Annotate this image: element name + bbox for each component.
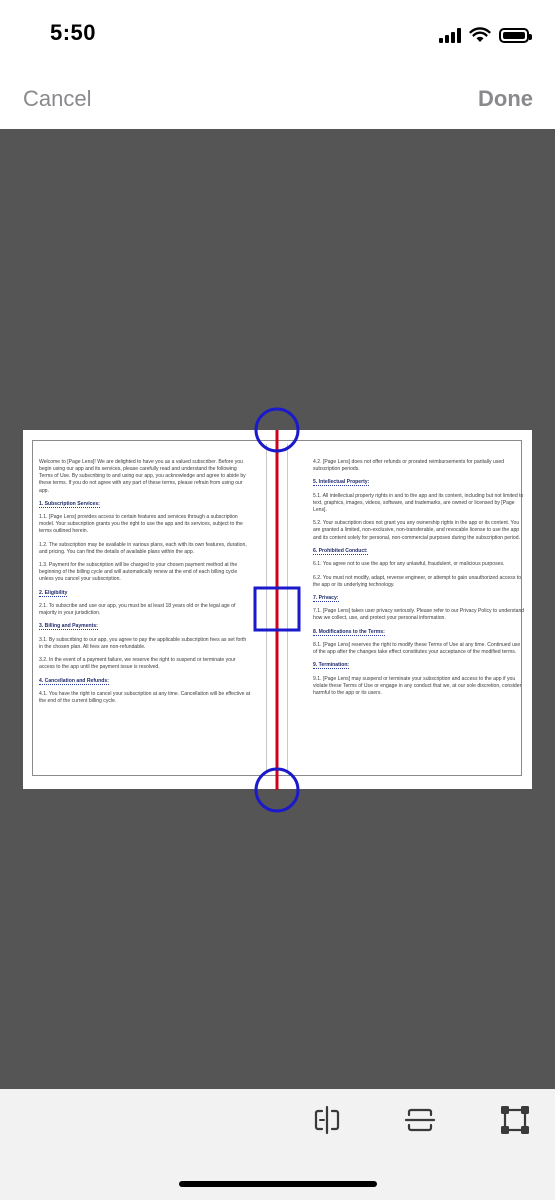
section-heading-text: 4. Cancellation and Refunds: bbox=[39, 677, 109, 685]
left-column-paragraph: 4.1. You have the right to cancel your s… bbox=[39, 690, 251, 705]
section-heading-text: 2. Eligibility bbox=[39, 589, 68, 597]
section-heading-text: 8. Modifications to the Terms: bbox=[313, 628, 385, 636]
left-column-paragraph: Welcome to [Page Lens]! We are delighted… bbox=[39, 459, 246, 494]
right-column-paragraph: 9.1. [Page Lens] may suspend or terminat… bbox=[313, 675, 522, 696]
left-column-paragraph: 2.1. To subscribe and use our app, you m… bbox=[39, 603, 236, 617]
crop-canvas[interactable]: Welcome to [Page Lens]! We are delighted… bbox=[0, 129, 555, 1089]
left-column-heading: 4. Cancellation and Refunds: bbox=[39, 677, 251, 685]
document-right-column: 4.2. [Page Lens] does not offer refunds … bbox=[313, 459, 525, 703]
left-column-heading: 2. Eligibility bbox=[39, 589, 251, 597]
section-heading-text: 3. Billing and Payments: bbox=[39, 623, 98, 631]
right-column-paragraph: 5.2. Your subscription does not grant yo… bbox=[313, 520, 520, 541]
section-heading-text: 6. Prohibited Conduct: bbox=[313, 547, 368, 555]
status-bar: 5:50 bbox=[0, 0, 555, 70]
horizontal-split-icon bbox=[404, 1108, 436, 1132]
gutter-line-left bbox=[266, 444, 267, 772]
split-page-icon bbox=[314, 1105, 340, 1135]
crop-corners-icon bbox=[501, 1106, 529, 1134]
right-column-heading: 6. Prohibited Conduct: bbox=[313, 547, 525, 555]
right-column-heading: 8. Modifications to the Terms: bbox=[313, 628, 525, 636]
left-column-paragraph: 3.1. By subscribing to our app, you agre… bbox=[39, 636, 247, 650]
gutter-line-right bbox=[287, 444, 288, 772]
nav-bar: Cancel Done bbox=[0, 70, 555, 129]
right-column-paragraph: 5.1. All intellectual property rights in… bbox=[313, 492, 524, 513]
status-icons bbox=[439, 24, 532, 46]
left-column-paragraph: 3.2. In the event of a payment failure, … bbox=[39, 657, 236, 671]
right-column-paragraph: 6.2. You must not modify, adapt, reverse… bbox=[313, 574, 522, 588]
done-button[interactable]: Done bbox=[478, 86, 533, 112]
right-column-heading: 7. Privacy: bbox=[313, 594, 525, 602]
left-column-heading: 1. Subscription Services: bbox=[39, 500, 251, 508]
wifi-icon bbox=[469, 27, 491, 42]
left-column-heading: 3. Billing and Payments: bbox=[39, 623, 251, 631]
document-left-column: Welcome to [Page Lens]! We are delighted… bbox=[39, 459, 251, 711]
section-heading-text: 7. Privacy: bbox=[313, 594, 339, 602]
split-page-button[interactable] bbox=[310, 1103, 344, 1137]
battery-icon bbox=[499, 27, 532, 43]
left-column-paragraph: 1.3. Payment for the subscription will b… bbox=[39, 562, 238, 583]
right-column-paragraph: 7.1. [Page Lens] takes user privacy seri… bbox=[313, 608, 525, 622]
section-heading-text: 5. Intellectual Property: bbox=[313, 479, 370, 487]
home-indicator[interactable] bbox=[179, 1181, 377, 1187]
crop-corners-button[interactable] bbox=[498, 1103, 532, 1137]
cellular-signal-icon bbox=[439, 27, 461, 43]
left-column-paragraph: 1.1. [Page Lens] provides access to cert… bbox=[39, 514, 243, 535]
right-column-paragraph: 8.1. [Page Lens] reserves the right to m… bbox=[313, 642, 521, 656]
cancel-button[interactable]: Cancel bbox=[23, 86, 91, 112]
status-time: 5:50 bbox=[50, 20, 97, 45]
horizontal-split-button[interactable] bbox=[403, 1103, 437, 1137]
left-column-paragraph: 1.2. The subscription may be available i… bbox=[39, 541, 247, 555]
document-page: Welcome to [Page Lens]! We are delighted… bbox=[23, 430, 532, 789]
right-column-heading: 9. Termination: bbox=[313, 662, 525, 670]
section-heading-text: 1. Subscription Services: bbox=[39, 500, 100, 508]
right-column-paragraph: 6.1. You agree not to use the app for an… bbox=[313, 561, 505, 568]
right-column-paragraph: 4.2. [Page Lens] does not offer refunds … bbox=[313, 459, 505, 473]
section-heading-text: 9. Termination: bbox=[313, 662, 350, 670]
right-column-heading: 5. Intellectual Property: bbox=[313, 479, 525, 487]
